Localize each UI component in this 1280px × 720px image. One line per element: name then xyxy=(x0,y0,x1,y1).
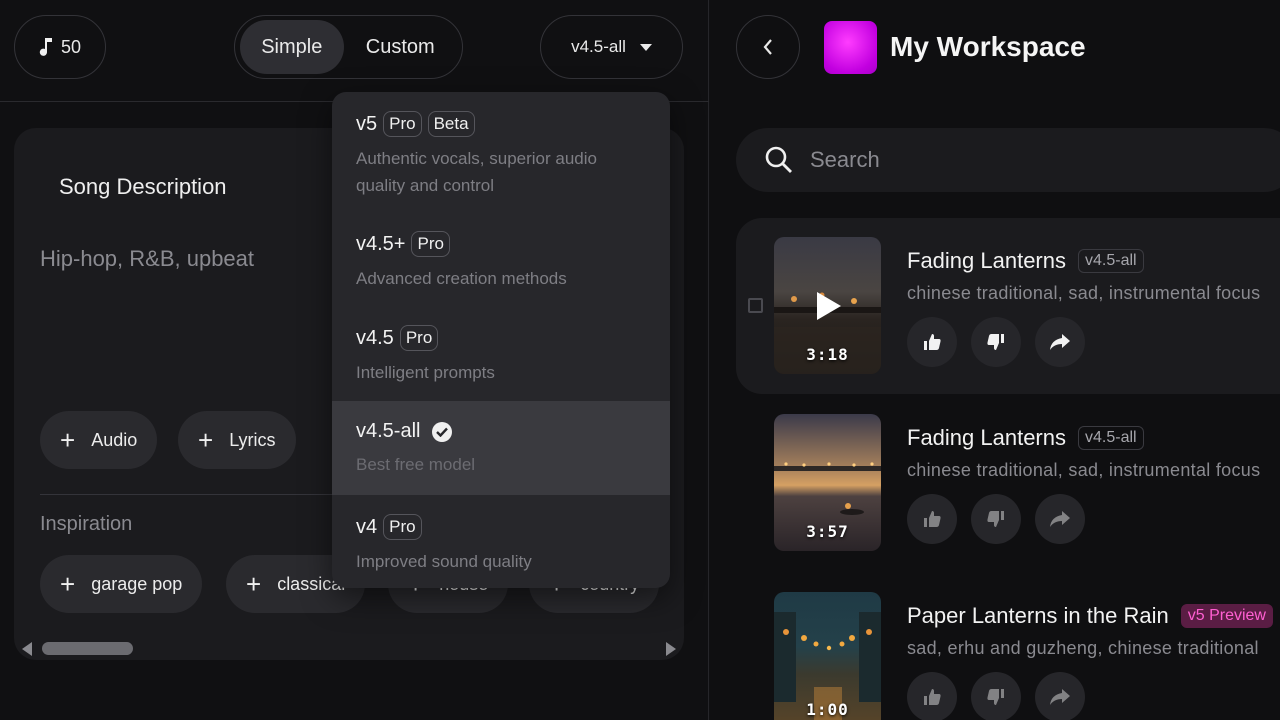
pro-badge: Pro xyxy=(383,111,422,137)
song-description-input[interactable]: Hip-hop, R&B, upbeat xyxy=(40,246,254,272)
like-button[interactable] xyxy=(907,494,957,544)
model-version-menu: v5 Pro Beta Authentic vocals, superior a… xyxy=(332,92,670,588)
music-note-icon xyxy=(39,38,52,56)
song-description-label: Song Description xyxy=(59,174,227,199)
model-option-description: Improved sound quality xyxy=(356,552,532,571)
inspiration-label: Inspiration xyxy=(40,513,133,535)
search-field[interactable]: Search xyxy=(736,128,1280,192)
inspiration-chip[interactable]: + garage pop xyxy=(40,555,203,613)
song-style-tags: sad, erhu and guzheng, chinese tradition… xyxy=(907,638,1259,658)
song-duration: 3:18 xyxy=(806,345,849,364)
song-cover[interactable]: 1:00 xyxy=(774,592,881,720)
song-select-checkbox[interactable] xyxy=(748,298,763,313)
thumbs-up-icon xyxy=(924,689,941,705)
create-panel: 50 Simple Custom v4.5-all Song Descripti… xyxy=(0,0,709,720)
like-button[interactable] xyxy=(907,317,957,367)
model-version-dropdown[interactable]: v4.5-all xyxy=(540,15,683,79)
song-cover[interactable]: 3:57 xyxy=(774,414,881,551)
pro-badge: Pro xyxy=(383,514,422,540)
plus-icon: + xyxy=(60,569,76,599)
song-cover[interactable]: 3:18 xyxy=(774,237,881,374)
share-arrow-icon xyxy=(1050,689,1070,705)
plus-icon: + xyxy=(198,425,214,455)
play-icon[interactable] xyxy=(817,292,841,320)
song-title[interactable]: Fading Lanterns xyxy=(907,248,1066,274)
model-option-description: Intelligent prompts xyxy=(356,363,495,382)
dislike-button[interactable] xyxy=(971,494,1021,544)
chevron-left-icon xyxy=(763,39,772,55)
mode-toggle: Simple Custom xyxy=(234,15,463,79)
dislike-button[interactable] xyxy=(971,672,1021,720)
song-duration: 3:57 xyxy=(806,522,849,541)
dislike-button[interactable] xyxy=(971,317,1021,367)
model-version-label: v4.5-all xyxy=(571,37,626,56)
credits-count: 50 xyxy=(60,36,82,57)
workspace-panel: My Workspace Search 3:18 Fading Lanterns… xyxy=(710,0,1280,720)
search-input[interactable]: Search xyxy=(810,147,880,173)
thumbs-down-icon xyxy=(987,334,1004,350)
model-option-name: v5 xyxy=(356,112,378,135)
song-row[interactable]: 3:18 Fading Lanterns v4.5-all chinese tr… xyxy=(736,218,1280,394)
model-option-name: v4 xyxy=(356,515,378,538)
song-row[interactable]: 3:57 Fading Lanterns v4.5-all chinese tr… xyxy=(736,395,1280,571)
model-option-description: Advanced creation methods xyxy=(356,269,567,288)
song-version-tag: v5 Preview xyxy=(1180,604,1273,628)
caret-down-icon xyxy=(639,43,652,51)
share-arrow-icon xyxy=(1050,511,1070,527)
mode-simple-button[interactable]: Simple xyxy=(240,20,344,74)
add-audio-label: Audio xyxy=(91,429,138,450)
search-icon xyxy=(765,146,792,173)
horizontal-scrollbar[interactable] xyxy=(14,636,684,660)
section-divider xyxy=(40,494,370,495)
scrollbar-thumb[interactable] xyxy=(42,642,133,655)
scroll-right-arrow-icon[interactable] xyxy=(666,642,676,656)
thumbs-up-icon xyxy=(924,334,941,350)
song-duration: 1:00 xyxy=(806,700,849,719)
model-option-name: v4.5+ xyxy=(356,232,406,255)
add-lyrics-label: Lyrics xyxy=(229,429,276,450)
model-option-description: Authentic vocals, superior audio quality… xyxy=(356,149,597,195)
share-button[interactable] xyxy=(1035,494,1085,544)
credits-pill[interactable]: 50 xyxy=(14,15,106,79)
mode-custom-button[interactable]: Custom xyxy=(344,20,457,74)
plus-icon: + xyxy=(60,425,76,455)
like-button[interactable] xyxy=(907,672,957,720)
song-style-tags: chinese traditional, sad, instrumental f… xyxy=(907,283,1261,303)
song-title[interactable]: Fading Lanterns xyxy=(907,425,1066,451)
model-option-description: Best free model xyxy=(356,455,476,474)
model-option-v5[interactable]: v5 Pro Beta Authentic vocals, superior a… xyxy=(332,92,670,212)
pro-badge: Pro xyxy=(399,325,439,351)
model-option-v4-5-all[interactable]: v4.5-all Best free model xyxy=(332,401,670,495)
plus-icon: + xyxy=(246,569,262,599)
song-version-tag: v4.5-all xyxy=(1078,426,1144,450)
model-option-v4-5-plus[interactable]: v4.5+ Pro Advanced creation methods xyxy=(332,212,670,306)
model-option-name: v4.5 xyxy=(356,326,394,349)
pro-badge: Pro xyxy=(411,231,450,257)
song-row[interactable]: 1:00 Paper Lanterns in the Rain v5 Previ… xyxy=(736,573,1280,720)
song-style-tags: chinese traditional, sad, instrumental f… xyxy=(907,460,1261,480)
model-option-v4[interactable]: v4 Pro Improved sound quality xyxy=(332,495,670,588)
model-option-name: v4.5-all xyxy=(356,420,421,442)
add-lyrics-button[interactable]: + Lyrics xyxy=(178,411,296,469)
share-button[interactable] xyxy=(1035,317,1085,367)
beta-badge: Beta xyxy=(427,111,475,137)
song-title[interactable]: Paper Lanterns in the Rain xyxy=(907,603,1169,629)
checkmark-icon xyxy=(432,421,453,442)
share-button[interactable] xyxy=(1035,672,1085,720)
thumbs-down-icon xyxy=(987,689,1004,705)
scroll-left-arrow-icon[interactable] xyxy=(22,642,32,656)
workspace-title: My Workspace xyxy=(890,31,1086,62)
share-arrow-icon xyxy=(1050,334,1070,350)
add-audio-button[interactable]: + Audio xyxy=(40,411,158,469)
inspiration-chip-label: garage pop xyxy=(91,573,183,594)
back-button[interactable] xyxy=(736,15,800,79)
thumbs-up-icon xyxy=(924,511,941,527)
song-version-tag: v4.5-all xyxy=(1078,249,1144,273)
workspace-avatar xyxy=(824,21,877,74)
thumbs-down-icon xyxy=(987,511,1004,527)
model-option-v4-5[interactable]: v4.5 Pro Intelligent prompts xyxy=(332,306,670,401)
